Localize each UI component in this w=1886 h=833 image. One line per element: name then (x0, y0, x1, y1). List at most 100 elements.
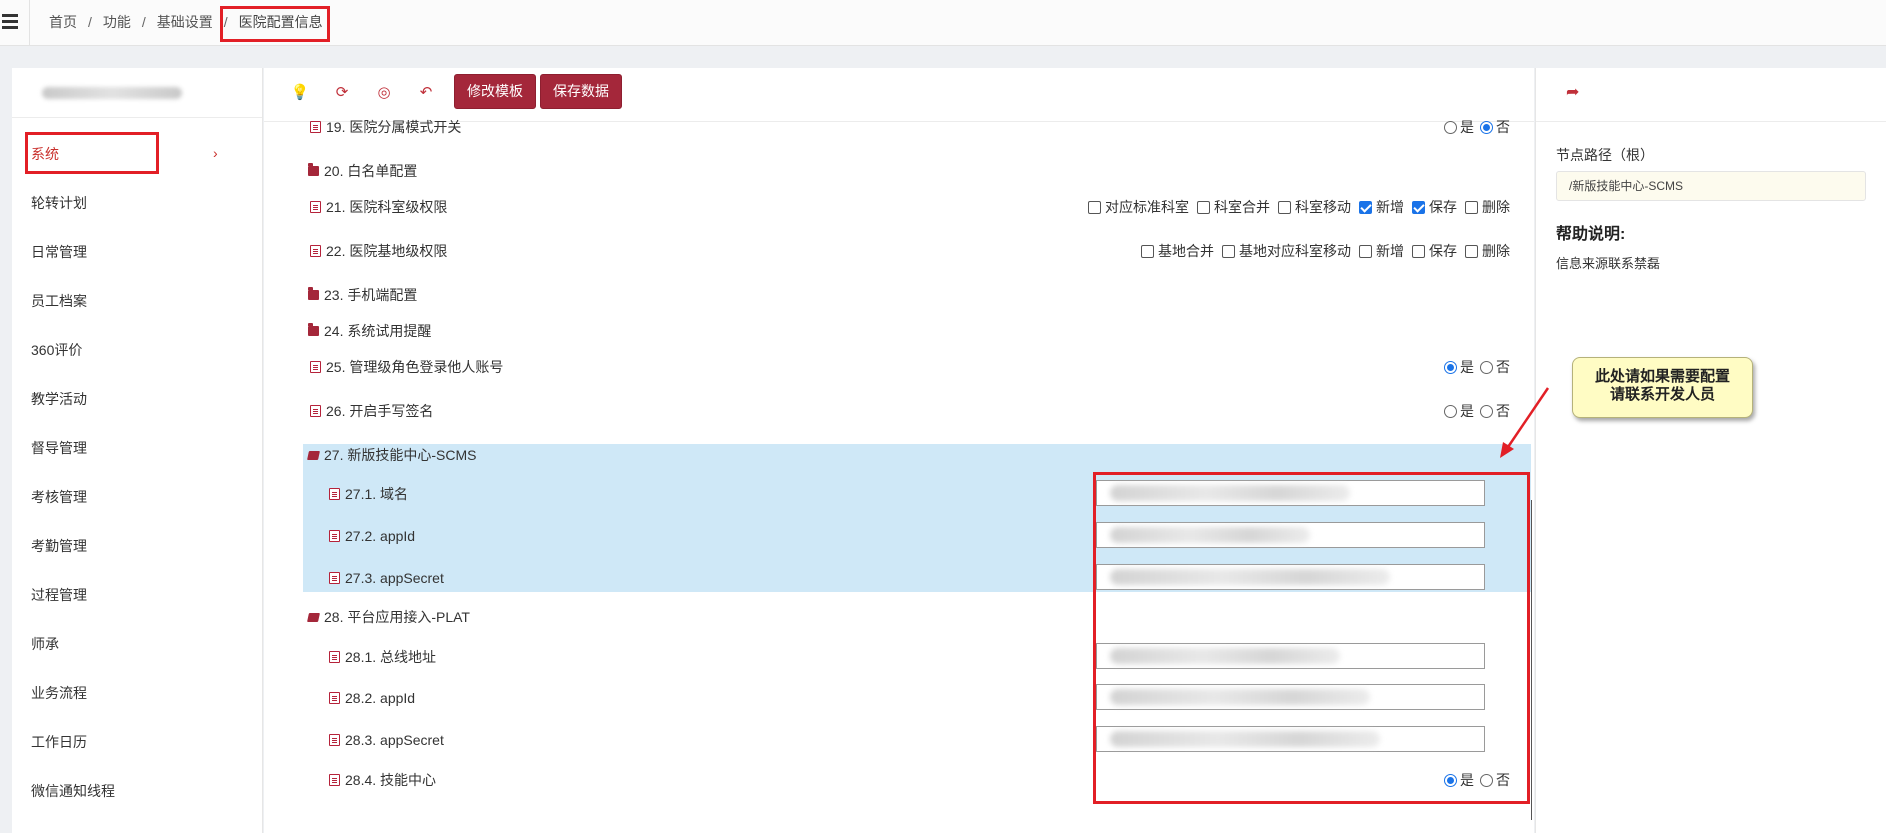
tree-node-28-4[interactable]: 28.4. 技能中心 (329, 770, 436, 790)
breadcrumb-home[interactable]: 首页 (49, 12, 77, 32)
tree-node-label: 28.2. appId (345, 690, 416, 706)
folder-icon (308, 323, 319, 336)
sidebar-item-360[interactable]: 360评价 (31, 340, 82, 360)
breadcrumb-basic-settings[interactable]: 基础设置 (157, 12, 213, 32)
checkbox[interactable] (1278, 200, 1291, 214)
tree-node-28-1[interactable]: 28.1. 总线地址 (329, 647, 436, 667)
checkbox[interactable] (1222, 244, 1235, 258)
radio-yes[interactable] (1444, 360, 1457, 374)
share-icon[interactable]: ➦ (1566, 82, 1579, 102)
checkbox-checked[interactable] (1412, 200, 1425, 214)
tree-node-label: 28.4. 技能中心 (345, 772, 437, 788)
folder-open-icon (307, 612, 320, 622)
annotation-callout: 此处请如果需要配置 请联系开发人员 (1572, 357, 1753, 418)
checkbox-label: 删除 (1482, 199, 1510, 215)
tree-node-24[interactable]: 24. 系统试用提醒 (308, 321, 431, 341)
document-icon (310, 245, 321, 257)
tree-node-26[interactable]: 26. 开启手写签名 (310, 401, 433, 421)
checkbox-label: 新增 (1376, 199, 1404, 215)
tree-node-label: 27.2. appId (345, 528, 416, 544)
tree-node-28-2[interactable]: 28.2. appId (329, 688, 415, 708)
radio-yes-label: 是 (1460, 359, 1474, 375)
tree-node-label: 28. 平台应用接入-PLAT (324, 609, 470, 625)
tree-node-20[interactable]: 20. 白名单配置 (308, 161, 417, 181)
tree-node-21[interactable]: 21. 医院科室级权限 (310, 197, 447, 217)
checkbox[interactable] (1359, 244, 1372, 258)
tree-node-27[interactable]: 27. 新版技能中心-SCMS (307, 445, 477, 465)
tree-node-label: 25. 管理级角色登录他人账号 (326, 359, 504, 375)
radio-no-label: 否 (1496, 119, 1510, 135)
sidebar-item-wechat[interactable]: 微信通知线程 (31, 781, 115, 801)
undo-icon[interactable]: ↶ (415, 82, 437, 104)
checkbox-checked[interactable] (1359, 200, 1372, 214)
radio-group-25: 是 否 (1438, 357, 1510, 377)
tree-node-label: 23. 手机端配置 (324, 287, 418, 303)
sidebar-item-daily[interactable]: 日常管理 (31, 242, 87, 262)
tree-node-label: 20. 白名单配置 (324, 163, 418, 179)
hospital-logo-blurred (12, 68, 262, 118)
help-text: 信息来源联系禁磊 (1556, 256, 1661, 271)
document-icon (329, 651, 340, 663)
scrollbar-track (1531, 500, 1532, 820)
sidebar-item-staff-files[interactable]: 员工档案 (31, 291, 87, 311)
tree-node-label: 27.3. appSecret (345, 570, 444, 586)
checkbox-label: 基地合并 (1158, 243, 1214, 259)
document-icon (329, 488, 340, 500)
document-icon (329, 734, 340, 746)
checkbox[interactable] (1465, 200, 1478, 214)
annotation-box-system (25, 132, 159, 174)
eye-slash-icon[interactable]: ◎ (373, 82, 395, 104)
sidebar-item-attendance[interactable]: 考勤管理 (31, 536, 87, 556)
sidebar-item-rotation-plan[interactable]: 轮转计划 (31, 193, 87, 213)
tree-node-label: 22. 医院基地级权限 (326, 243, 448, 259)
lightbulb-icon[interactable]: 💡 (289, 82, 311, 104)
edit-template-button[interactable]: 修改模板 (454, 74, 536, 109)
checkbox[interactable] (1141, 244, 1154, 258)
sidebar-item-mentorship[interactable]: 师承 (31, 634, 59, 654)
checkbox[interactable] (1412, 244, 1425, 258)
checkbox[interactable] (1088, 200, 1101, 214)
breadcrumb-separator: / (88, 14, 92, 30)
radio-yes-label: 是 (1460, 119, 1474, 135)
checkbox-label: 保存 (1429, 243, 1457, 259)
document-icon (329, 692, 340, 704)
right-panel: ➦ 节点路径（根） /新版技能中心-SCMS 帮助说明: 信息来源联系禁磊 (1535, 68, 1886, 833)
radio-yes[interactable] (1444, 404, 1457, 418)
radio-no[interactable] (1480, 360, 1493, 374)
tree-node-28[interactable]: 28. 平台应用接入-PLAT (307, 607, 470, 627)
checkbox-label: 科室合并 (1214, 199, 1270, 215)
tree-node-label: 28.3. appSecret (345, 732, 444, 748)
annotation-box-inputs (1093, 472, 1530, 804)
node-path-field: /新版技能中心-SCMS (1556, 171, 1866, 201)
tree-node-23[interactable]: 23. 手机端配置 (308, 285, 417, 305)
sidebar-item-supervision[interactable]: 督导管理 (31, 438, 87, 458)
sidebar-item-calendar[interactable]: 工作日历 (31, 732, 87, 752)
tree-node-label: 21. 医院科室级权限 (326, 199, 448, 215)
tree-node-19[interactable]: 19. 医院分属模式开关 (310, 117, 461, 137)
node-path-label: 节点路径（根） (1556, 147, 1654, 163)
tree-node-label: 27. 新版技能中心-SCMS (324, 447, 477, 463)
sidebar-item-workflow[interactable]: 业务流程 (31, 683, 87, 703)
tree-node-27-3[interactable]: 27.3. appSecret (329, 568, 444, 588)
sidebar-item-teaching[interactable]: 教学活动 (31, 389, 87, 409)
hamburger-menu-icon[interactable] (0, 10, 30, 34)
tree-node-27-1[interactable]: 27.1. 域名 (329, 484, 408, 504)
tree-node-25[interactable]: 25. 管理级角色登录他人账号 (310, 357, 503, 377)
breadcrumb-function[interactable]: 功能 (103, 12, 131, 32)
tree-node-22[interactable]: 22. 医院基地级权限 (310, 241, 447, 261)
checkbox-label: 保存 (1429, 199, 1457, 215)
checkbox-group-22: 基地合并 基地对应科室移动 新增 保存 删除 (1133, 241, 1510, 261)
radio-yes[interactable] (1444, 120, 1457, 134)
checkbox[interactable] (1465, 244, 1478, 258)
sidebar-item-assessment[interactable]: 考核管理 (31, 487, 87, 507)
tree-node-27-2[interactable]: 27.2. appId (329, 526, 415, 546)
sidebar-item-process[interactable]: 过程管理 (31, 585, 87, 605)
tree-node-label: 19. 医院分属模式开关 (326, 119, 462, 135)
checkbox-group-21: 对应标准科室 科室合并 科室移动 新增 保存 删除 (1080, 197, 1510, 217)
save-data-button[interactable]: 保存数据 (540, 74, 622, 109)
breadcrumb-separator: / (141, 14, 146, 30)
refresh-icon[interactable]: ⟳ (331, 82, 353, 104)
checkbox[interactable] (1197, 200, 1210, 214)
radio-no[interactable] (1480, 120, 1493, 134)
tree-node-28-3[interactable]: 28.3. appSecret (329, 730, 444, 750)
